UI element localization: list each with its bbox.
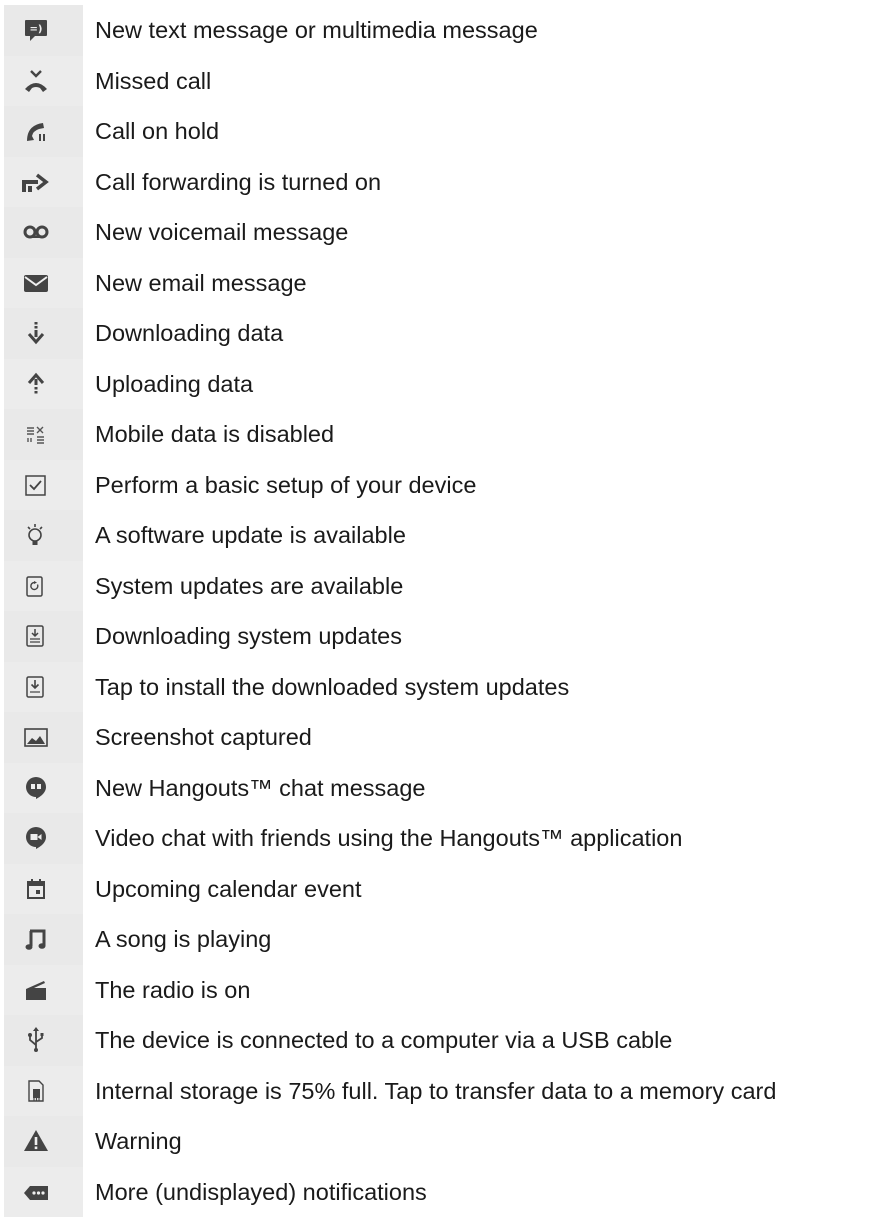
hangouts-chat-icon [22,774,50,802]
music-note-icon [22,925,50,953]
usb-icon [22,1026,50,1054]
list-item-label: New voicemail message [95,219,349,245]
install-update-icon [22,673,50,701]
list-item: Downloading system updates [0,611,883,662]
radio-icon [22,976,50,1004]
list-item-label: More (undisplayed) notifications [95,1178,427,1205]
list-item-label: Missed call [95,67,212,94]
list-item: The device is connected to a computer vi… [0,1015,883,1066]
list-item-label: Video chat with friends using the Hangou… [95,825,683,851]
list-item-label: New Hangouts™ chat message [95,774,426,801]
list-item-label: Downloading system updates [95,623,402,649]
mobile-data-disabled-icon [22,420,50,448]
list-item: The radio is on [0,964,883,1015]
list-item: Video chat with friends using the Hangou… [0,813,883,864]
setup-checkbox-icon [22,471,50,499]
list-item-label: Warning [95,1128,182,1154]
list-item: Call on hold [0,106,883,157]
list-item: New Hangouts™ chat message [0,762,883,813]
list-item: Call forwarding is turned on [0,156,883,207]
list-item: More (undisplayed) notifications [0,1166,883,1217]
system-update-icon [22,572,50,600]
download-icon [22,319,50,347]
list-item-label: A software update is available [95,522,406,548]
list-item: Upcoming calendar event [0,863,883,914]
svg-text:=): =) [30,24,43,35]
more-notifications-icon [22,1178,50,1206]
list-item: Screenshot captured [0,712,883,763]
list-item-label: Tap to install the downloaded system upd… [95,673,570,700]
downloading-system-update-icon [22,622,50,650]
voicemail-icon [22,218,50,246]
list-item: Perform a basic setup of your device [0,459,883,510]
calendar-icon [22,875,50,903]
list-item-label: Call forwarding is turned on [95,168,382,195]
list-item-label: Downloading data [95,320,284,346]
list-item: Uploading data [0,358,883,409]
software-update-icon [22,521,50,549]
notification-icon-list: =) New text message or multimedia messag… [0,5,883,1217]
list-item: Missed call [0,55,883,106]
list-item: =) New text message or multimedia messag… [0,5,883,56]
list-item: Tap to install the downloaded system upd… [0,661,883,712]
list-item-label: Uploading data [95,370,254,397]
call-forwarding-icon [22,168,50,196]
missed-call-icon [22,67,50,95]
screenshot-icon [22,723,50,751]
new-message-icon: =) [22,16,50,44]
call-on-hold-icon [22,117,50,145]
hangouts-video-icon [22,824,50,852]
list-item-label: The device is connected to a computer vi… [95,1027,673,1053]
list-item-label: Mobile data is disabled [95,421,335,447]
list-item-label: New text message or multimedia message [95,17,538,43]
list-item: Mobile data is disabled [0,409,883,460]
list-item: Downloading data [0,308,883,359]
list-item-label: System updates are available [95,572,404,599]
list-item-label: The radio is on [95,976,251,1003]
list-item-label: Perform a basic setup of your device [95,471,477,498]
list-item-label: Upcoming calendar event [95,875,362,902]
list-item-label: New email message [95,269,307,296]
warning-icon [22,1127,50,1155]
list-item: System updates are available [0,560,883,611]
list-item: A software update is available [0,510,883,561]
list-item-label: Screenshot captured [95,724,312,750]
storage-full-icon [22,1077,50,1105]
list-item-label: Call on hold [95,118,220,144]
list-item: A song is playing [0,914,883,965]
list-item: Internal storage is 75% full. Tap to tra… [0,1065,883,1116]
email-icon [22,269,50,297]
list-item: Warning [0,1116,883,1167]
list-item-label: Internal storage is 75% full. Tap to tra… [95,1077,777,1104]
list-item-label: A song is playing [95,926,272,952]
list-item: New email message [0,257,883,308]
list-item: New voicemail message [0,207,883,258]
upload-icon [22,370,50,398]
